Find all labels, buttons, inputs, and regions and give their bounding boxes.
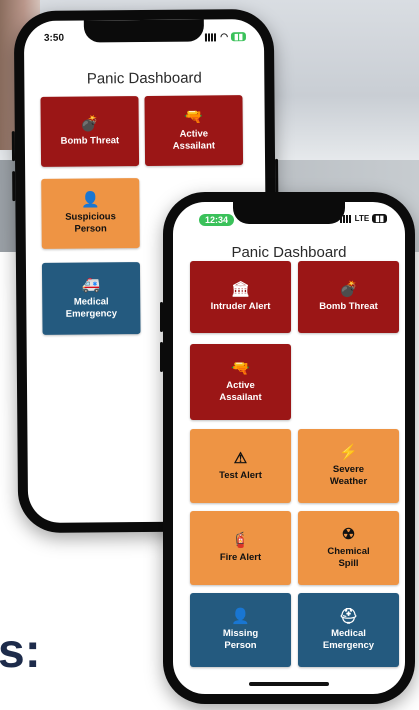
volume-button <box>160 342 163 372</box>
alert-tile-medical-emergency[interactable]: ⛑ Medical Emergency <box>298 593 399 667</box>
warning-icon: ⚠ <box>233 450 248 467</box>
wifi-icon: ◠ <box>220 31 229 42</box>
alert-tile-label: Chemical Spill <box>327 546 370 569</box>
alert-tile-label: Medical Emergency <box>65 296 118 320</box>
signal-icon <box>339 214 352 223</box>
status-bar: 3:50 ◠ ▮▮ <box>24 29 264 47</box>
network-label: LTE <box>354 214 370 223</box>
page-title: Panic Dashboard <box>231 244 347 261</box>
lightning-icon: ⚡ <box>339 444 358 461</box>
alert-tile-bomb-threat[interactable]: 💣 Bomb Threat <box>298 261 399 333</box>
alert-tile-label: Severe Weather <box>329 464 368 487</box>
alert-tile-label: Missing Person <box>222 628 259 651</box>
battery-icon: ▮▮ <box>372 214 387 223</box>
pistol-icon: 🔫 <box>231 360 250 377</box>
volume-button <box>160 302 163 332</box>
alert-tile-label: Suspicious Person <box>65 211 116 235</box>
volume-button <box>11 131 16 162</box>
alert-tile-label: Bomb Threat <box>319 301 378 312</box>
ambulance-icon: 🚑 <box>81 276 101 294</box>
alert-tile-label: Bomb Threat <box>60 135 120 147</box>
building-icon: 🏛 <box>230 281 251 298</box>
alert-tile-bomb-threat[interactable]: 💣 Bomb Threat <box>40 96 140 167</box>
status-bar: 12:34 LTE ▮▮ <box>173 212 405 228</box>
alert-tile-missing-person[interactable]: 👤 Missing Person <box>190 593 291 667</box>
alert-tile-label: Intruder Alert <box>210 301 271 312</box>
alert-tile-fire-alert[interactable]: 🧯 Fire Alert <box>190 511 291 585</box>
volume-button <box>12 171 16 202</box>
alert-tile-label: Active Assailant <box>219 380 262 403</box>
alert-tile-test-alert[interactable]: ⚠ Test Alert <box>190 429 291 503</box>
person-icon: 👤 <box>231 608 250 625</box>
page-title: Panic Dashboard <box>86 69 202 88</box>
phone-front: 12:34 LTE ▮▮ Panic Dashboard 🏛 Intruder A… <box>160 192 415 704</box>
alert-tile-suspicious-person[interactable]: 👤 Suspicious Person <box>41 178 140 249</box>
alert-tile-severe-weather[interactable]: ⚡ Severe Weather <box>298 429 399 503</box>
person-icon: 👤 <box>80 191 100 209</box>
pistol-icon: 🔫 <box>184 108 204 126</box>
alert-tile-label: Fire Alert <box>219 552 262 563</box>
alert-tile-intruder-alert[interactable]: 🏛 Intruder Alert <box>190 261 291 333</box>
alert-tile-label: Active Assailant <box>172 128 216 152</box>
alert-tile-active-assailant[interactable]: 🔫 Active Assailant <box>144 95 244 167</box>
radiation-icon: ☢ <box>341 526 356 543</box>
medical-kit-icon: ⛑ <box>338 608 359 625</box>
status-time: 3:50 <box>43 32 65 44</box>
alert-tile-medical-emergency[interactable]: 🚑 Medical Emergency <box>41 262 141 335</box>
battery-icon: ▮▮ <box>231 32 246 42</box>
bomb-icon: 💣 <box>80 115 100 133</box>
status-time: 12:34 <box>199 214 235 226</box>
alert-tile-chemical-spill[interactable]: ☢ Chemical Spill <box>298 511 399 585</box>
bomb-icon: 💣 <box>339 281 358 298</box>
alert-tile-label: Medical Emergency <box>322 628 375 651</box>
fire-extinguisher-icon: 🧯 <box>231 532 250 549</box>
signal-icon <box>205 32 218 41</box>
alert-tile-active-assailant[interactable]: 🔫 Active Assailant <box>190 344 291 420</box>
phone-front-screen: 12:34 LTE ▮▮ Panic Dashboard 🏛 Intruder A… <box>173 202 405 694</box>
alert-tile-label: Test Alert <box>219 470 262 481</box>
caption-text: s: <box>0 625 41 678</box>
home-indicator <box>249 682 329 686</box>
